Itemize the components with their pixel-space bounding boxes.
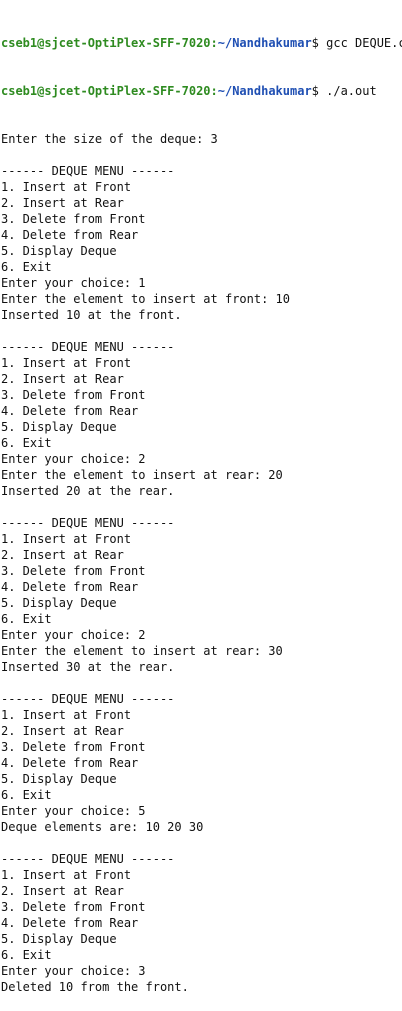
output-line: Inserted 30 at the rear. (1, 660, 175, 674)
output-line: 6. Exit (1, 612, 52, 626)
output-line: Enter your choice: 2 (1, 628, 146, 642)
output-line: Enter your choice: 3 (1, 964, 146, 978)
output-line: 6. Exit (1, 948, 52, 962)
output-line: ------ DEQUE MENU ------ (1, 692, 175, 706)
output-line: Enter your choice: 5 (1, 804, 146, 818)
prompt-symbol: $ (311, 84, 319, 98)
prompt-user-host: cseb1@sjcet-OptiPlex-SFF-7020 (1, 84, 211, 98)
output-line: 3. Delete from Front (1, 564, 146, 578)
output-line: ------ DEQUE MENU ------ (1, 340, 175, 354)
prompt-line: cseb1@sjcet-OptiPlex-SFF-7020:~/Nandhaku… (1, 83, 402, 99)
output-line: Inserted 10 at the front. (1, 308, 182, 322)
output-line: 4. Delete from Rear (1, 404, 139, 418)
output-line: 4. Delete from Rear (1, 756, 139, 770)
output-line: 2. Insert at Rear (1, 196, 124, 210)
output-line: Enter the element to insert at rear: 30 (1, 644, 283, 658)
output-line: Inserted 20 at the rear. (1, 484, 175, 498)
output-line: Enter your choice: 2 (1, 452, 146, 466)
prompt-separator: : (210, 36, 218, 50)
output-line: 5. Display Deque (1, 420, 117, 434)
terminal-output: Enter the size of the deque: 3 ------ DEQ… (1, 131, 402, 995)
output-line: ------ DEQUE MENU ------ (1, 852, 175, 866)
prompt-path: ~/Nandhakumar (217, 84, 312, 98)
output-line: 5. Display Deque (1, 244, 117, 258)
output-line: 1. Insert at Front (1, 356, 132, 370)
output-line: 2. Insert at Rear (1, 884, 124, 898)
output-line: Enter the element to insert at front: 10 (1, 292, 290, 306)
output-line: 6. Exit (1, 260, 52, 274)
output-line: Enter the element to insert at rear: 20 (1, 468, 283, 482)
output-line: 3. Delete from Front (1, 740, 146, 754)
output-line: 4. Delete from Rear (1, 580, 139, 594)
output-line: Deque elements are: 10 20 30 (1, 820, 204, 834)
output-line: 3. Delete from Front (1, 388, 146, 402)
prompt-separator: : (210, 84, 218, 98)
prompt-line: cseb1@sjcet-OptiPlex-SFF-7020:~/Nandhaku… (1, 35, 402, 51)
output-line: Deleted 10 from the front. (1, 980, 189, 994)
prompt-command: ./a.out (318, 84, 377, 98)
output-line: 5. Display Deque (1, 772, 117, 786)
output-line: 1. Insert at Front (1, 868, 132, 882)
output-line: 4. Delete from Rear (1, 228, 139, 242)
output-line: 3. Delete from Front (1, 900, 146, 914)
output-line: 1. Insert at Front (1, 708, 132, 722)
output-line: 1. Insert at Front (1, 180, 132, 194)
prompt-path: ~/Nandhakumar (217, 36, 312, 50)
output-line: ------ DEQUE MENU ------ (1, 516, 175, 530)
output-line: 2. Insert at Rear (1, 372, 124, 386)
terminal-window[interactable]: cseb1@sjcet-OptiPlex-SFF-7020:~/Nandhaku… (0, 0, 402, 994)
prompt-symbol: $ (311, 36, 319, 50)
output-line: 2. Insert at Rear (1, 724, 124, 738)
output-line: Enter the size of the deque: 3 (1, 132, 218, 146)
output-line: 6. Exit (1, 788, 52, 802)
output-line: ------ DEQUE MENU ------ (1, 164, 175, 178)
output-line: 5. Display Deque (1, 932, 117, 946)
prompt-user-host: cseb1@sjcet-OptiPlex-SFF-7020 (1, 36, 211, 50)
output-line: 5. Display Deque (1, 596, 117, 610)
output-line: 1. Insert at Front (1, 532, 132, 546)
output-line: 2. Insert at Rear (1, 548, 124, 562)
output-line: 4. Delete from Rear (1, 916, 139, 930)
output-line: Enter your choice: 1 (1, 276, 146, 290)
prompt-command: gcc DEQUE.c (318, 36, 402, 50)
output-line: 3. Delete from Front (1, 212, 146, 226)
output-line: 6. Exit (1, 436, 52, 450)
